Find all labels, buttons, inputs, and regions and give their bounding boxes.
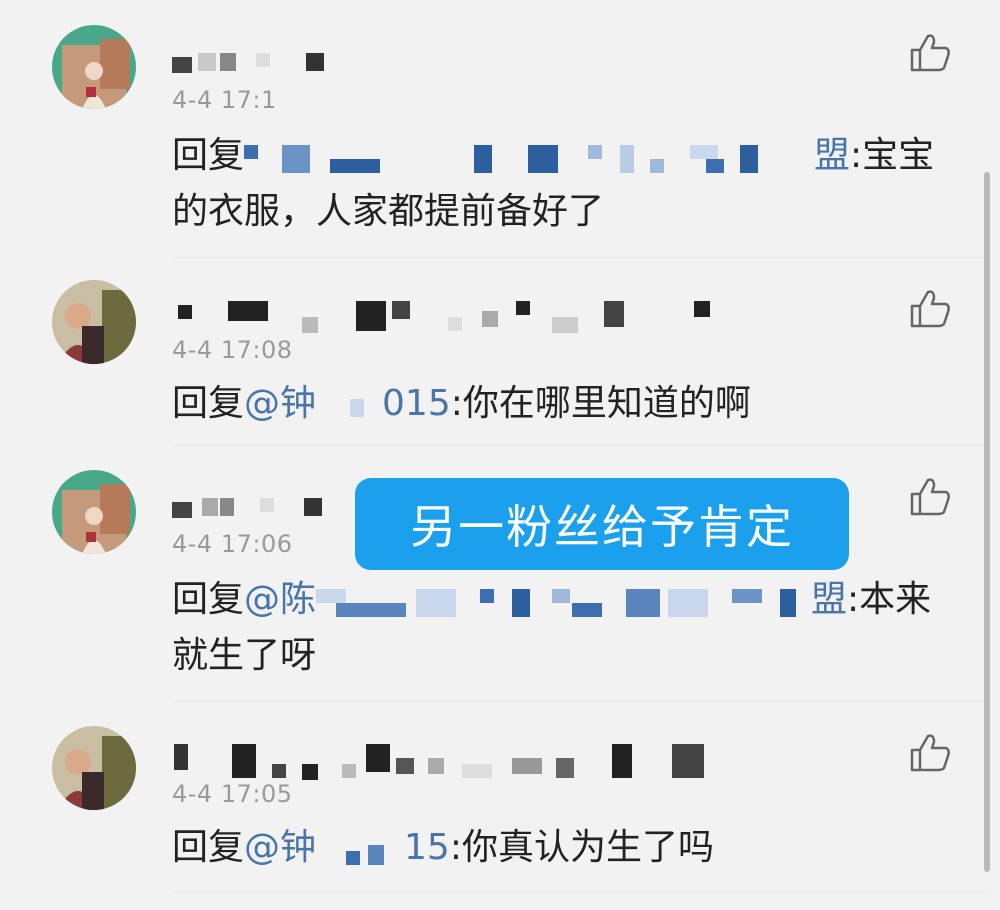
comment-text: 回复 盟:宝宝的衣服，人家都提前备好了 xyxy=(172,128,962,240)
comment-item-1: 4-4 17:1 回复 盟:宝宝的衣服，人家都提前备好了 xyxy=(0,0,990,258)
reply-prefix: 回复 xyxy=(172,827,245,868)
avatar[interactable] xyxy=(52,726,136,810)
mention-head[interactable]: @钟 xyxy=(244,383,316,424)
avatar[interactable] xyxy=(52,280,136,364)
mention-redacted[interactable] xyxy=(244,139,814,175)
mention-redacted[interactable] xyxy=(316,387,382,423)
mention-redacted[interactable] xyxy=(316,583,811,619)
comment-text: 回复@陈 盟:本来就生了呀 xyxy=(172,572,962,684)
mention-tail[interactable]: 盟 xyxy=(814,135,850,176)
thumbs-up-icon[interactable] xyxy=(908,474,952,518)
scrollbar[interactable] xyxy=(984,172,990,872)
thumbs-up-icon[interactable] xyxy=(908,286,952,330)
mention-tail[interactable]: 盟 xyxy=(811,579,847,620)
comment-time: 4-4 17:1 xyxy=(172,86,277,114)
username-redacted[interactable] xyxy=(172,744,772,780)
mention-redacted[interactable] xyxy=(316,831,404,867)
username-redacted[interactable] xyxy=(172,53,772,79)
mention-tail[interactable]: 015 xyxy=(382,383,451,424)
comment-item-4: 4-4 17:05 回复@钟 15:你真认为生了吗 xyxy=(0,702,990,910)
thumbs-up-icon[interactable] xyxy=(908,730,952,774)
comment-time: 4-4 17:06 xyxy=(172,530,293,558)
mention-tail[interactable]: 15 xyxy=(404,827,450,868)
comment-time: 4-4 17:05 xyxy=(172,780,293,808)
comment-text: 回复@钟 15:你真认为生了吗 xyxy=(172,820,962,876)
divider xyxy=(172,892,990,893)
comment-time: 4-4 17:08 xyxy=(172,336,293,364)
reply-prefix: 回复 xyxy=(172,579,245,620)
mention-head[interactable]: @钟 xyxy=(244,827,316,868)
comment-text: 回复@钟 015:你在哪里知道的啊 xyxy=(172,376,962,432)
reply-prefix: 回复 xyxy=(172,383,245,424)
username-redacted[interactable] xyxy=(172,301,772,333)
thumbs-up-icon[interactable] xyxy=(908,30,952,74)
avatar[interactable] xyxy=(52,25,136,109)
avatar[interactable] xyxy=(52,470,136,554)
mention-head[interactable]: @陈 xyxy=(244,579,316,620)
comment-item-2: 4-4 17:08 回复@钟 015:你在哪里知道的啊 xyxy=(0,258,990,446)
annotation-banner: 另一粉丝给予肯定 xyxy=(355,478,849,570)
reply-body: :你真认为生了吗 xyxy=(449,827,714,868)
reply-body: :你在哪里知道的啊 xyxy=(450,383,751,424)
reply-prefix: 回复 xyxy=(172,135,245,176)
